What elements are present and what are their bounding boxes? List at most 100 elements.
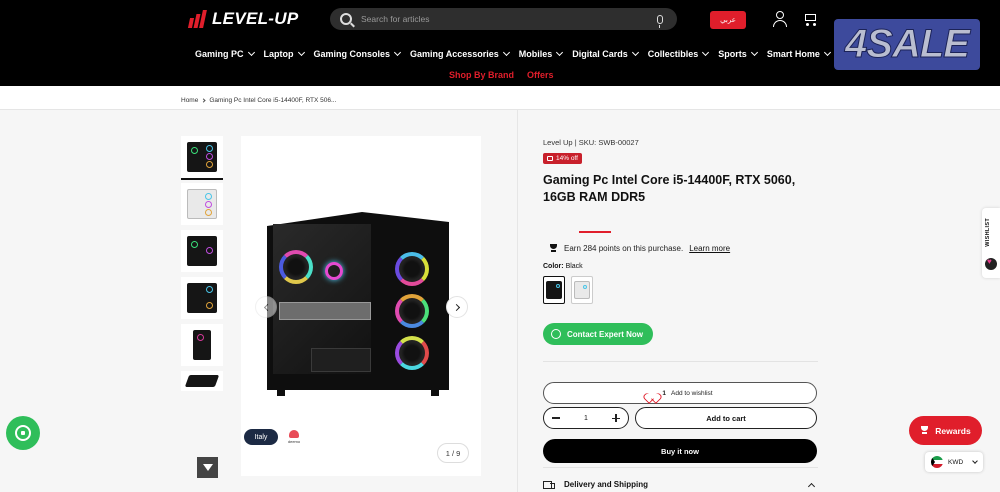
minus-icon[interactable] bbox=[552, 417, 560, 419]
gaming-pc-case-image bbox=[267, 202, 449, 397]
divider bbox=[543, 361, 818, 362]
learn-more-link[interactable]: Learn more bbox=[689, 244, 730, 253]
account-icon[interactable] bbox=[772, 11, 788, 27]
logo-text: LEVEL-UP bbox=[212, 9, 299, 28]
breadcrumb-current: Gaming Pc Intel Core i5-14400F, RTX 506.… bbox=[209, 97, 337, 104]
main-nav: Gaming PC Laptop Gaming Consoles Gaming … bbox=[195, 48, 840, 59]
add-to-wishlist-button[interactable]: 1 Add to wishlist bbox=[543, 382, 817, 404]
thumbnail-5[interactable] bbox=[181, 324, 223, 366]
nav-item-digital-cards[interactable]: Digital Cards bbox=[572, 48, 639, 59]
nav-item-smart-home[interactable]: Smart Home bbox=[767, 48, 831, 59]
chevron-left-icon bbox=[263, 303, 271, 311]
add-to-cart-button[interactable]: Add to cart bbox=[635, 407, 817, 429]
thumbnail-3[interactable] bbox=[181, 230, 223, 272]
color-swatches bbox=[543, 276, 818, 304]
nav-item-laptop[interactable]: Laptop bbox=[264, 48, 305, 59]
image-counter: 1 / 9 bbox=[437, 443, 469, 463]
nav-item-collectibles[interactable]: Collectibles bbox=[648, 48, 710, 59]
chevron-down-icon bbox=[631, 48, 639, 57]
price-placeholder-line bbox=[579, 231, 611, 233]
product-info: Level Up | SKU: SWB-00027 14% off Gaming… bbox=[543, 138, 818, 362]
divider bbox=[543, 467, 818, 468]
language-button[interactable]: عربي bbox=[710, 11, 746, 29]
chevron-down-icon bbox=[823, 48, 831, 57]
gallery-prev-button[interactable] bbox=[255, 296, 277, 318]
whatsapp-float-button[interactable] bbox=[6, 416, 40, 450]
chevron-down-icon bbox=[502, 48, 510, 57]
gallery-next-button[interactable] bbox=[446, 296, 468, 318]
rewards-button[interactable]: Rewards bbox=[909, 416, 982, 445]
discount-badge: 14% off bbox=[543, 153, 582, 164]
search-icon bbox=[340, 13, 352, 25]
nav-item-gaming-accessories[interactable]: Gaming Accessories bbox=[410, 48, 510, 59]
deemo-badge: deemo bbox=[284, 430, 304, 444]
trophy-icon bbox=[549, 244, 558, 253]
column-divider bbox=[517, 110, 518, 492]
italy-badge: Italy bbox=[244, 429, 278, 445]
thumbnail-list bbox=[181, 136, 223, 396]
swatch-black[interactable] bbox=[543, 276, 565, 304]
nav-item-gaming-pc[interactable]: Gaming PC bbox=[195, 48, 255, 59]
tag-icon bbox=[547, 156, 553, 161]
secondary-nav: Shop By Brand Offers bbox=[449, 70, 554, 80]
contact-expert-button[interactable]: Contact Expert Now bbox=[543, 323, 654, 345]
swatch-white[interactable] bbox=[571, 276, 593, 304]
breadcrumb-home[interactable]: Home bbox=[181, 97, 198, 104]
nav-offers[interactable]: Offers bbox=[527, 70, 554, 80]
chevron-down-icon bbox=[393, 48, 402, 57]
delivery-label: Delivery and Shipping bbox=[564, 480, 649, 489]
microphone-icon[interactable] bbox=[657, 14, 663, 28]
truck-icon bbox=[543, 480, 555, 489]
wishlist-count: 1 bbox=[662, 389, 667, 397]
chevron-right-icon bbox=[452, 303, 460, 311]
breadcrumb: Home Gaming Pc Intel Core i5-14400F, RTX… bbox=[181, 97, 336, 104]
color-label: Color: Black bbox=[543, 263, 583, 270]
logo[interactable]: LEVEL-UP bbox=[187, 9, 299, 29]
plus-icon[interactable] bbox=[612, 414, 620, 422]
heart-icon bbox=[647, 389, 657, 398]
chevron-right-icon bbox=[201, 98, 206, 103]
thumbnail-scroll-down-button[interactable] bbox=[197, 457, 218, 478]
ad-badge-4sale: 4SALE bbox=[834, 19, 980, 70]
thumbnail-2[interactable] bbox=[181, 183, 223, 225]
whatsapp-icon bbox=[551, 329, 561, 339]
quantity-value[interactable]: 1 bbox=[584, 415, 588, 422]
wishlist-label: Add to wishlist bbox=[671, 389, 713, 397]
site-header: LEVEL-UP عربي 4SALE Gaming PC Laptop Gam… bbox=[0, 0, 1000, 86]
chevron-up-icon bbox=[807, 482, 816, 490]
wishlist-tab-label: WISHLIST bbox=[985, 218, 991, 247]
color-value: Black bbox=[565, 263, 583, 270]
thumbnail-6[interactable] bbox=[181, 371, 223, 391]
currency-selector[interactable]: KWD bbox=[925, 452, 983, 472]
search-input[interactable] bbox=[361, 14, 657, 24]
chevron-down-icon bbox=[972, 457, 978, 464]
nav-shop-by-brand[interactable]: Shop By Brand bbox=[449, 70, 514, 80]
chevron-down-icon bbox=[702, 48, 710, 57]
trophy-icon bbox=[920, 426, 929, 435]
sku: SKU: SWB-00027 bbox=[578, 138, 639, 147]
chevron-down-icon bbox=[750, 48, 758, 57]
chevron-down-icon bbox=[297, 48, 305, 57]
product-main-image[interactable]: Italy deemo 1 / 9 bbox=[241, 136, 481, 476]
vendor-name[interactable]: Level Up bbox=[543, 138, 573, 147]
vendor-sku-line: Level Up | SKU: SWB-00027 bbox=[543, 138, 639, 147]
cart-icon[interactable] bbox=[803, 12, 817, 26]
quantity-stepper: 1 bbox=[543, 407, 629, 429]
product-title: Gaming Pc Intel Core i5-14400F, RTX 5060… bbox=[543, 173, 796, 204]
kuwait-flag-icon bbox=[931, 456, 943, 468]
whatsapp-icon bbox=[15, 425, 31, 441]
nav-item-sports[interactable]: Sports bbox=[718, 48, 758, 59]
thumbnail-4[interactable] bbox=[181, 277, 223, 319]
wishlist-side-tab[interactable]: WISHLIST bbox=[982, 208, 1000, 278]
nav-item-mobiles[interactable]: Mobiles bbox=[519, 48, 564, 59]
points-text: Earn 284 points on this purchase. bbox=[564, 244, 684, 253]
thumbnail-1[interactable] bbox=[181, 136, 223, 180]
logo-mark-icon bbox=[187, 10, 207, 28]
buy-now-button[interactable]: Buy it now bbox=[543, 439, 817, 463]
heart-icon bbox=[985, 257, 997, 270]
search-bar[interactable] bbox=[330, 8, 677, 30]
chevron-down-icon bbox=[556, 48, 564, 57]
delivery-shipping-accordion[interactable]: Delivery and Shipping bbox=[543, 480, 818, 490]
nav-item-gaming-consoles[interactable]: Gaming Consoles bbox=[314, 48, 402, 59]
currency-code: KWD bbox=[948, 458, 964, 466]
